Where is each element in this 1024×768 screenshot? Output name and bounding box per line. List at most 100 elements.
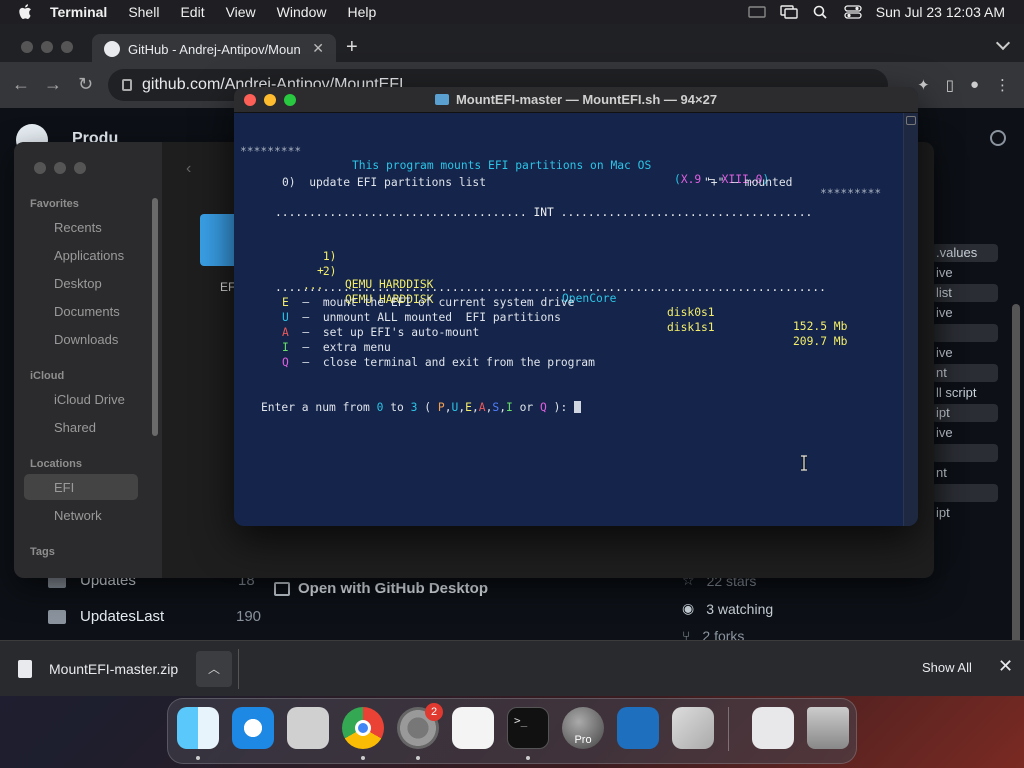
dock-terminal-icon[interactable]: >_ xyxy=(507,707,549,749)
notification-badge: 2 xyxy=(425,703,443,721)
finder-back-icon[interactable]: ‹ xyxy=(186,160,191,178)
tab-search-chevron-icon[interactable] xyxy=(995,35,1011,51)
menu-window[interactable]: Window xyxy=(277,4,327,20)
terminal-scrollbar[interactable] xyxy=(903,113,918,526)
sidebar-item-icloud-drive[interactable]: iCloud Drive xyxy=(54,392,125,407)
running-indicator xyxy=(361,756,365,760)
prompt-text: to xyxy=(383,401,411,414)
int-separator: ..................................... IN… xyxy=(275,206,813,219)
reload-icon[interactable]: ↻ xyxy=(78,74,93,95)
header-text: This program mounts EFI partitions on Ma… xyxy=(352,159,652,172)
terminal-output[interactable]: ********* This program mounts EFI partit… xyxy=(240,131,904,414)
spotlight-search-icon[interactable] xyxy=(812,5,830,19)
dock-vscode-icon[interactable] xyxy=(617,707,659,749)
download-options-chevron-icon[interactable]: ︿ xyxy=(196,651,232,687)
menu-clock[interactable]: Sun Jul 23 12:03 AM xyxy=(876,4,1005,20)
scroll-thumb[interactable] xyxy=(906,116,916,125)
minimize-window-button[interactable] xyxy=(41,41,53,53)
finder-close-button[interactable] xyxy=(34,162,46,174)
folder-icon xyxy=(48,609,66,624)
sidebar-item-documents[interactable]: Documents xyxy=(54,304,120,319)
menu-help[interactable]: Help xyxy=(347,4,376,20)
side-list-item[interactable]: nt xyxy=(932,464,998,482)
dock-trash-icon[interactable] xyxy=(807,707,849,749)
side-list-item[interactable] xyxy=(932,444,998,462)
dock-downloads-icon[interactable] xyxy=(752,707,794,749)
menu-bar: Terminal Shell Edit View Window Help Sun… xyxy=(0,0,1024,24)
partition-size: 209.7 Mb xyxy=(793,335,848,348)
extensions-icon[interactable]: ✦ xyxy=(917,76,930,94)
back-icon[interactable]: ← xyxy=(12,74,30,95)
side-list-item[interactable]: ll script xyxy=(932,384,998,402)
close-download-bar-icon[interactable]: ✕ xyxy=(998,656,1013,677)
sidebar-item-applications[interactable]: Applications xyxy=(54,248,124,263)
command-text: extra menu xyxy=(322,341,391,354)
dock-launchpad-icon[interactable] xyxy=(672,707,714,749)
terminal-minimize-button[interactable] xyxy=(264,94,276,106)
dock-textedit-icon[interactable] xyxy=(452,707,494,749)
side-list-item[interactable] xyxy=(932,484,998,502)
dock-google-earth-pro-icon[interactable]: Pro xyxy=(562,707,604,749)
header-stars-right: ********* xyxy=(820,187,882,200)
download-file-name[interactable]: MountEFI-master.zip xyxy=(49,661,178,677)
range-start: X.9 xyxy=(680,173,702,186)
finder-zoom-button[interactable] xyxy=(74,162,86,174)
github-favicon-icon xyxy=(104,41,120,57)
partition-row-1: 1) + QEMU HARDDISK OpenCore disk0s1 152.… xyxy=(282,236,852,333)
file-row[interactable]: UpdatesLast 190 xyxy=(48,608,261,625)
dock-preview-icon[interactable] xyxy=(287,707,329,749)
dock-chrome-icon[interactable] xyxy=(342,707,384,749)
dock-safari-icon[interactable] xyxy=(232,707,274,749)
command-text: unmount ALL mounted EFI partitions xyxy=(322,311,561,324)
sidebar-item-recents[interactable]: Recents xyxy=(54,220,102,235)
side-list-item[interactable] xyxy=(932,324,998,342)
control-center-icon[interactable] xyxy=(844,5,862,19)
sidebar-item-desktop[interactable]: Desktop xyxy=(54,276,102,291)
sidebar-item-efi[interactable]: EFI xyxy=(54,480,74,495)
side-list-item[interactable]: .values xyxy=(932,244,998,262)
terminal-close-button[interactable] xyxy=(244,94,256,106)
close-window-button[interactable] xyxy=(21,41,33,53)
terminal-zoom-button[interactable] xyxy=(284,94,296,106)
page-scrollbar[interactable] xyxy=(1012,304,1020,656)
command-text: mount the EFI of current system drive xyxy=(322,296,575,309)
menu-app-terminal[interactable]: Terminal xyxy=(50,4,107,20)
open-with-github-desktop[interactable]: Open with GitHub Desktop xyxy=(274,580,488,597)
side-list-item[interactable]: ipt xyxy=(932,404,998,422)
side-list-item[interactable]: list xyxy=(932,284,998,302)
profile-icon[interactable]: ● xyxy=(970,76,979,94)
screen-mirroring-icon[interactable] xyxy=(780,5,798,19)
show-all-button[interactable]: Show All xyxy=(922,660,972,675)
search-icon[interactable] xyxy=(990,130,1006,146)
prompt-key-a: A xyxy=(478,401,486,414)
input-prompt[interactable]: Enter a num from 0 to 3 ( P,U,E,A,S,I or… xyxy=(261,401,582,415)
sidebar-scrollbar[interactable] xyxy=(152,198,158,436)
side-list-item[interactable]: ive xyxy=(932,424,998,442)
running-indicator xyxy=(416,756,420,760)
menu-shell[interactable]: Shell xyxy=(128,4,159,20)
apple-menu-icon[interactable] xyxy=(18,4,32,20)
browser-tab[interactable]: GitHub - Andrej-Antipov/Moun ✕ xyxy=(92,34,336,64)
menu-edit[interactable]: Edit xyxy=(180,4,204,20)
dock-finder-icon[interactable] xyxy=(177,707,219,749)
side-list-item[interactable]: ipt xyxy=(932,504,998,522)
zoom-window-button[interactable] xyxy=(61,41,73,53)
side-list-item[interactable]: ive xyxy=(932,304,998,322)
side-list-item[interactable]: nt xyxy=(932,364,998,382)
watching-count[interactable]: ◉ 3 watching xyxy=(682,600,773,617)
more-menu-icon[interactable]: ⋮ xyxy=(995,76,1010,94)
side-panel-icon[interactable]: ▯ xyxy=(946,76,954,94)
finder-minimize-button[interactable] xyxy=(54,162,66,174)
forward-icon[interactable]: → xyxy=(44,74,62,95)
side-list-item[interactable]: ive xyxy=(932,264,998,282)
sidebar-item-network[interactable]: Network xyxy=(54,508,102,523)
display-icon[interactable] xyxy=(748,5,766,19)
new-tab-icon[interactable]: + xyxy=(346,36,358,59)
tab-title: GitHub - Andrej-Antipov/Moun xyxy=(128,41,301,57)
sidebar-item-downloads[interactable]: Downloads xyxy=(54,332,118,347)
menu-view[interactable]: View xyxy=(226,4,256,20)
close-tab-icon[interactable]: ✕ xyxy=(312,40,324,57)
side-list-item[interactable]: ive xyxy=(932,344,998,362)
command-e: E – mount the EFI of current system driv… xyxy=(282,296,575,309)
sidebar-item-shared[interactable]: Shared xyxy=(54,420,96,435)
